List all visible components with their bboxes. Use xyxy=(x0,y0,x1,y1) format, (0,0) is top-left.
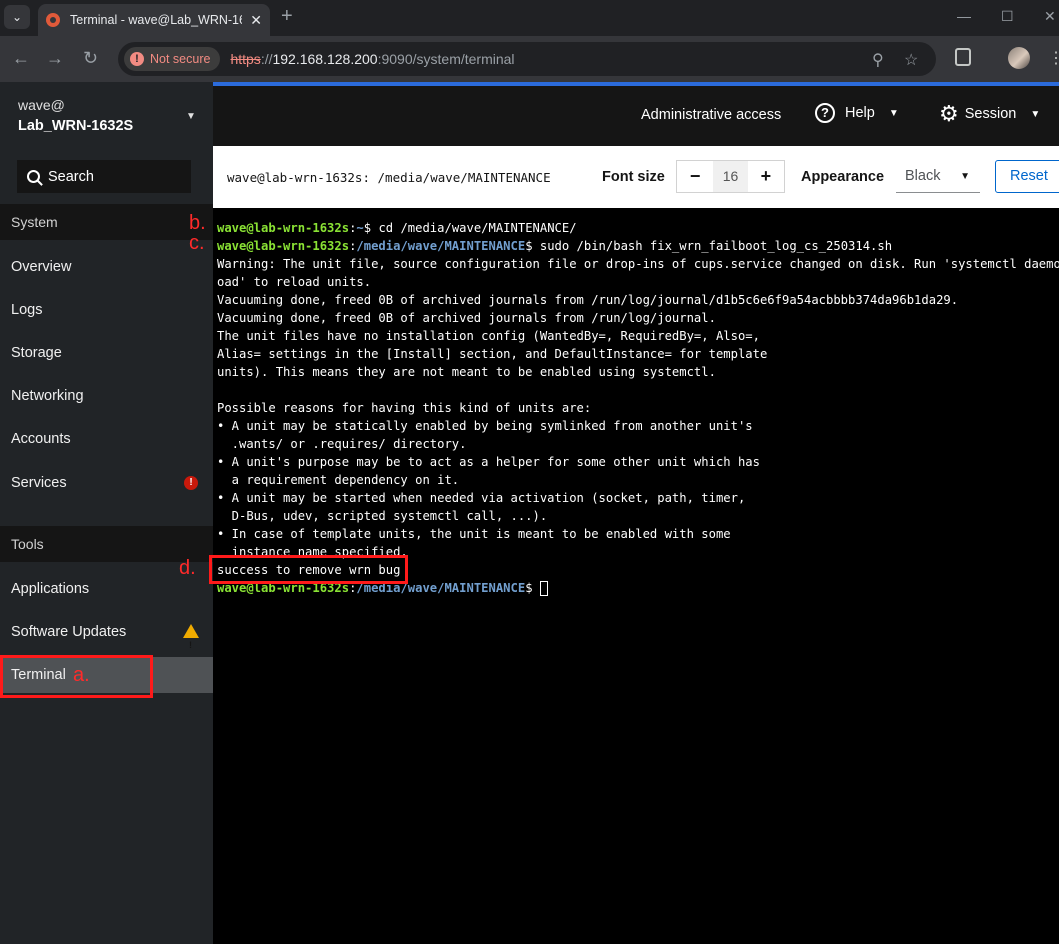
address-bar[interactable]: ! Not secure https://192.168.128.200:909… xyxy=(118,42,936,76)
caret-down-icon: ▼ xyxy=(960,170,970,182)
terminal-cursor xyxy=(539,581,548,596)
caret-down-icon: ▼ xyxy=(186,111,196,122)
url-text[interactable]: https://192.168.128.200:9090/system/term… xyxy=(230,51,514,67)
terminal-output-line: • A unit may be started when needed via … xyxy=(217,491,746,505)
host-switcher[interactable]: wave@ Lab_WRN-1632S ▼ xyxy=(0,82,213,147)
terminal-output-line: oad' to reload units. xyxy=(217,275,372,289)
browser-tab[interactable]: Terminal - wave@Lab_WRN-1632S ✕ xyxy=(38,4,270,36)
sidebar-item-accounts[interactable]: Accounts xyxy=(0,421,213,457)
appearance-value: Black xyxy=(905,168,941,184)
close-icon[interactable]: ✕ xyxy=(250,12,262,29)
tab-title: Terminal - wave@Lab_WRN-1632S xyxy=(70,13,242,27)
terminal-output-line: The unit files have no installation conf… xyxy=(217,329,760,343)
maximize-icon[interactable]: ☐ xyxy=(1001,8,1014,25)
terminal-output-line: Vacuuming done, freed 0B of archived jou… xyxy=(217,293,959,307)
font-increase-button[interactable]: + xyxy=(748,161,784,192)
terminal-output-line: Possible reasons for having this kind of… xyxy=(217,401,592,415)
sidebar-item-label: Software Updates xyxy=(11,624,127,640)
appearance-select[interactable]: Black ▼ xyxy=(896,160,980,193)
error-badge-icon: ! xyxy=(184,476,198,490)
annotation-label-a: a. xyxy=(73,664,90,686)
sidebar-item-label: Services xyxy=(11,475,67,491)
search-label: Search xyxy=(48,168,94,185)
minimize-icon[interactable]: — xyxy=(957,8,971,24)
forward-icon[interactable]: → xyxy=(46,48,64,68)
browser-toolbar: ← → ↻ ! Not secure https://192.168.128.2… xyxy=(0,36,1059,82)
terminal-output-line: .wants/ or .requires/ directory. xyxy=(217,437,467,451)
terminal-output-line: Vacuuming done, freed 0B of archived jou… xyxy=(217,311,716,325)
sidebar-item-overview[interactable]: Overview xyxy=(0,249,213,285)
sidebar-item-logs[interactable]: Logs xyxy=(0,292,213,328)
annotation-label-b: b. xyxy=(189,212,206,234)
annotation-label-d: d. xyxy=(179,557,196,579)
section-header-system: System xyxy=(0,204,213,240)
warning-icon: ! xyxy=(130,52,144,66)
tab-search-button[interactable]: ⌄ xyxy=(4,5,30,29)
sidebar-item-services[interactable]: Services ! xyxy=(0,465,213,501)
window-close-icon[interactable]: ✕ xyxy=(1044,8,1056,25)
session-label: Session xyxy=(964,106,1017,122)
host-name: Lab_WRN-1632S xyxy=(18,118,134,134)
browser-tab-bar: ⌄ Terminal - wave@Lab_WRN-1632S ✕ + — ☐ … xyxy=(0,0,1059,36)
menu-kebab-icon[interactable]: ⋮ xyxy=(1048,48,1059,68)
terminal-output-line: units). This means they are not meant to… xyxy=(217,365,716,379)
profile-avatar[interactable] xyxy=(1008,47,1030,69)
terminal-title: wave@lab-wrn-1632s: /media/wave/MAINTENA… xyxy=(227,170,551,185)
font-decrease-button[interactable]: − xyxy=(677,161,713,192)
terminal-output-line: • A unit's purpose may be to act as a he… xyxy=(217,455,760,469)
terminal-output-line: • In case of template units, the unit is… xyxy=(217,527,731,541)
search-input[interactable]: Search xyxy=(17,160,191,193)
new-tab-button[interactable]: + xyxy=(281,6,293,26)
sidebar-item-networking[interactable]: Networking xyxy=(0,378,213,414)
annotation-label-c: c. xyxy=(189,232,205,254)
terminal-output-line: D-Bus, udev, scripted systemctl call, ..… xyxy=(217,509,548,523)
reload-icon[interactable]: ↻ xyxy=(83,48,98,68)
terminal-output-line: Warning: The unit file, source configura… xyxy=(217,257,1059,271)
font-size-stepper: − 16 + xyxy=(676,160,785,193)
gear-icon: ⚙ xyxy=(939,101,959,126)
bookmark-star-icon[interactable]: ☆ xyxy=(904,50,918,70)
font-size-value[interactable]: 16 xyxy=(713,161,748,192)
caret-down-icon: ▼ xyxy=(1030,108,1041,120)
terminal-output-line: • A unit may be statically enabled by be… xyxy=(217,419,753,433)
help-icon: ? xyxy=(815,103,835,123)
administrative-access-button[interactable]: Administrative access xyxy=(641,107,781,123)
sidebar-item-storage[interactable]: Storage xyxy=(0,335,213,371)
security-label: Not secure xyxy=(150,52,211,66)
security-chip[interactable]: ! Not secure xyxy=(124,47,221,71)
search-icon xyxy=(27,170,40,183)
font-size-label: Font size xyxy=(602,169,665,185)
session-button[interactable]: ⚙ Session ▼ xyxy=(939,101,1041,126)
terminal-toolbar: wave@lab-wrn-1632s: /media/wave/MAINTENA… xyxy=(213,146,1059,208)
cockpit-favicon-icon xyxy=(46,13,60,27)
sidebar: wave@ Lab_WRN-1632S ▼ Search System Over… xyxy=(0,82,213,944)
back-icon[interactable]: ← xyxy=(12,48,30,68)
terminal-output-line: a requirement dependency on it. xyxy=(217,473,460,487)
warning-badge-icon: ! xyxy=(183,624,199,650)
host-user: wave@ xyxy=(18,97,65,113)
chevron-down-icon: ⌄ xyxy=(11,10,23,24)
help-button[interactable]: ? Help ▼ xyxy=(815,103,899,123)
appearance-label: Appearance xyxy=(801,169,885,185)
top-nav: Administrative access ? Help ▼ ⚙ Session… xyxy=(213,82,1059,146)
zoom-icon[interactable]: ⚲ xyxy=(872,50,884,70)
help-label: Help xyxy=(845,105,875,121)
extensions-icon[interactable] xyxy=(955,48,971,66)
sidebar-item-software-updates[interactable]: Software Updates ! xyxy=(0,614,213,650)
terminal-line: wave@lab-wrn-1632s:/media/wave/MAINTENAN… xyxy=(217,239,893,253)
annotation-box-d xyxy=(209,555,408,584)
terminal-line: wave@lab-wrn-1632s:~$ cd /media/wave/MAI… xyxy=(217,221,577,235)
caret-down-icon: ▼ xyxy=(888,107,899,119)
terminal-output-line: Alias= settings in the [Install] section… xyxy=(217,347,768,361)
reset-button[interactable]: Reset xyxy=(995,160,1059,193)
